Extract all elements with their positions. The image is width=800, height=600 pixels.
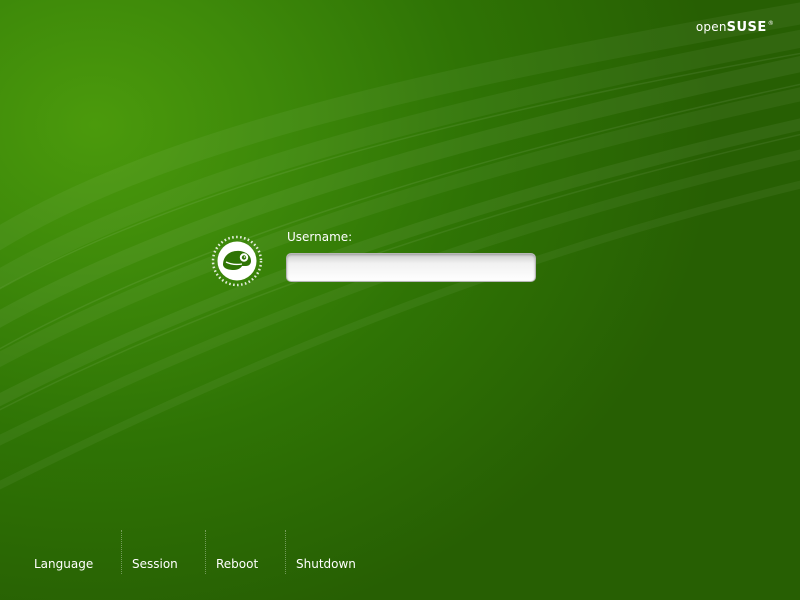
- username-label: Username:: [287, 230, 353, 244]
- reboot-button[interactable]: Reboot: [216, 530, 258, 574]
- opensuse-chameleon-icon: [211, 235, 263, 287]
- logo-trademark: ®: [767, 20, 774, 27]
- language-button[interactable]: Language: [34, 530, 93, 574]
- opensuse-logo: openSUSE®: [696, 20, 774, 35]
- background-swoosh: [0, 2, 800, 490]
- divider: [121, 530, 122, 574]
- session-button[interactable]: Session: [132, 530, 178, 574]
- username-input[interactable]: [286, 253, 536, 282]
- shutdown-button[interactable]: Shutdown: [296, 530, 356, 574]
- logo-text-open: open: [695, 20, 727, 34]
- bottom-action-bar: Language Session Reboot Shutdown: [0, 530, 800, 574]
- divider: [205, 530, 206, 574]
- divider: [285, 530, 286, 574]
- logo-text-suse: SUSE: [726, 20, 767, 35]
